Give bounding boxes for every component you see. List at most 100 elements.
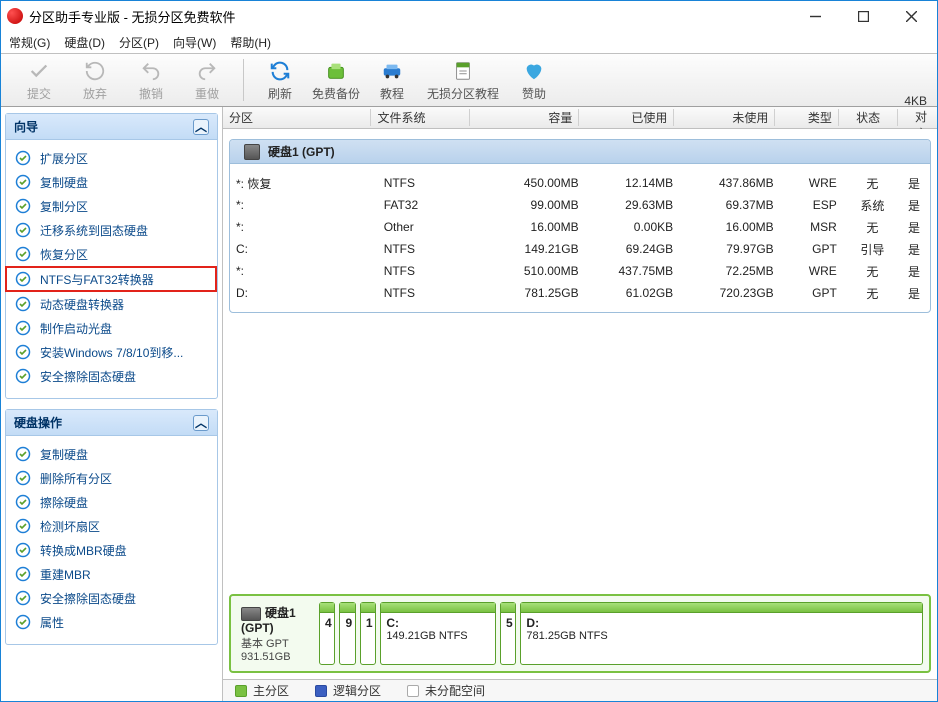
partition-row[interactable]: C:NTFS149.21GB69.24GB79.97GBGPT引导是 [230,238,930,260]
disk-map: 硬盘1 (GPT) 基本 GPT 931.51GB 491C:149.21GB … [229,594,931,673]
partition-row[interactable]: D:NTFS781.25GB61.02GB720.23GBGPT无是 [230,282,930,304]
undo-button[interactable]: 撤销 [123,59,179,102]
col-unused[interactable]: 未使用 [674,109,775,126]
col-status[interactable]: 状态 [839,109,898,126]
wizard-item-9[interactable]: 安全擦除固态硬盘 [6,364,217,388]
partition-row[interactable]: *:FAT3299.00MB29.63MB69.37MBESP系统是 [230,194,930,216]
navitem-label: 安全擦除固态硬盘 [40,590,136,607]
navitem-label: 制作启动光盘 [40,320,112,337]
wizard-icon [14,319,32,337]
wizard-icon [14,173,32,191]
toolbar-separator [243,59,244,101]
menu-general[interactable]: 常规(G) [9,34,50,51]
diskop-item-2[interactable]: 擦除硬盘 [6,490,217,514]
navitem-label: 扩展分区 [40,150,88,167]
diskmap-segment[interactable]: 4 [319,602,335,665]
diskop-item-0[interactable]: 复制硬盘 [6,442,217,466]
navitem-label: 恢复分区 [40,246,88,263]
diskmap-segment[interactable]: 5 [500,602,516,665]
chevron-up-icon[interactable]: ︿ [193,119,209,135]
wizard-icon [14,270,32,288]
refresh-button[interactable]: 刷新 [252,59,308,102]
diskop-item-4[interactable]: 转换成MBR硬盘 [6,538,217,562]
navitem-label: 检测坏扇区 [40,518,100,535]
navitem-label: 动态硬盘转换器 [40,296,124,313]
menu-wizard[interactable]: 向导(W) [173,34,216,51]
navitem-label: 迁移系统到固态硬盘 [40,222,148,239]
navitem-label: 转换成MBR硬盘 [40,542,127,559]
wizard-icon [14,197,32,215]
diskop-item-3[interactable]: 检测坏扇区 [6,514,217,538]
navitem-label: 复制硬盘 [40,174,88,191]
discard-button[interactable]: 放弃 [67,59,123,102]
wizard-item-0[interactable]: 扩展分区 [6,146,217,170]
wizard-item-8[interactable]: 安装Windows 7/8/10到移... [6,340,217,364]
wizard-panel: 向导 ︿ 扩展分区复制硬盘复制分区迁移系统到固态硬盘恢复分区 NTFS与FAT32… [5,113,218,399]
legend-logical: 逻辑分区 [315,682,381,699]
close-button[interactable] [897,5,925,27]
col-used[interactable]: 已使用 [579,109,674,126]
diskmap-segment[interactable]: D:781.25GB NTFS [520,602,923,665]
diskops-panel-header[interactable]: 硬盘操作 ︿ [6,410,217,436]
diskop-icon [14,517,32,535]
diskmap-segment[interactable]: C:149.21GB NTFS [380,602,496,665]
disk-icon [244,144,260,160]
wizard-item-3[interactable]: 迁移系统到固态硬盘 [6,218,217,242]
redo-button[interactable]: 重做 [179,59,235,102]
navitem-label: 属性 [40,614,64,631]
wizard-item-4[interactable]: 恢复分区 [6,242,217,266]
car-icon [380,59,404,83]
partition-row[interactable]: *:NTFS510.00MB437.75MB72.25MBWRE无是 [230,260,930,282]
wizard-icon [14,245,32,263]
col-filesystem[interactable]: 文件系统 [371,109,470,126]
wizard-icon [14,295,32,313]
redo-icon [195,59,219,83]
partition-table: 硬盘1 (GPT) *: 恢复NTFS450.00MB12.14MB437.86… [223,129,937,588]
wizard-item-7[interactable]: 制作启动光盘 [6,316,217,340]
col-type[interactable]: 类型 [775,109,838,126]
diskop-icon [14,589,32,607]
wizard-item-5[interactable]: NTFS与FAT32转换器 [5,266,217,292]
col-capacity[interactable]: 容量 [470,109,579,126]
legend-primary: 主分区 [235,682,289,699]
col-partition[interactable]: 分区 [223,109,371,126]
wizard-item-2[interactable]: 复制分区 [6,194,217,218]
partition-row[interactable]: *: 恢复NTFS450.00MB12.14MB437.86MBWRE无是 [230,172,930,194]
minimize-button[interactable] [801,5,829,27]
diskop-icon [14,493,32,511]
wizard-icon [14,367,32,385]
menu-help[interactable]: 帮助(H) [230,34,271,51]
disk-map-info[interactable]: 硬盘1 (GPT) 基本 GPT 931.51GB [237,602,315,665]
tutorial-button[interactable]: 教程 [364,59,420,102]
menu-disk[interactable]: 硬盘(D) [64,34,105,51]
column-header: 分区 文件系统 容量 已使用 未使用 类型 状态 4KB对齐 [223,107,937,129]
diskop-icon [14,445,32,463]
donate-button[interactable]: 赞助 [506,59,562,102]
check-icon [27,59,51,83]
diskop-item-5[interactable]: 重建MBR [6,562,217,586]
discard-icon [83,59,107,83]
navitem-label: 复制硬盘 [40,446,88,463]
wizard-item-1[interactable]: 复制硬盘 [6,170,217,194]
diskop-item-7[interactable]: 属性 [6,610,217,634]
title-bar: 分区助手专业版 - 无损分区免费软件 [1,1,937,31]
lossless-tutorial-button[interactable]: 无损分区教程 [420,59,506,102]
partition-row[interactable]: *:Other16.00MB0.00KB16.00MBMSR无是 [230,216,930,238]
chevron-up-icon[interactable]: ︿ [193,415,209,431]
maximize-button[interactable] [849,5,877,27]
commit-button[interactable]: 提交 [11,59,67,102]
disk-title-row[interactable]: 硬盘1 (GPT) [230,140,930,164]
diskmap-segment[interactable]: 1 [360,602,376,665]
wizard-icon [14,149,32,167]
menu-partition[interactable]: 分区(P) [119,34,159,51]
navitem-label: 重建MBR [40,566,91,583]
backup-button[interactable]: 免费备份 [308,59,364,102]
content-pane: 分区 文件系统 容量 已使用 未使用 类型 状态 4KB对齐 硬盘1 (GPT)… [223,107,937,701]
diskop-item-1[interactable]: 删除所有分区 [6,466,217,490]
wizard-item-6[interactable]: 动态硬盘转换器 [6,292,217,316]
navitem-label: 复制分区 [40,198,88,215]
diskmap-segment[interactable]: 9 [339,602,355,665]
toolbar: 提交 放弃 撤销 重做 刷新 免费备份 教程 无损分区教程 赞助 [1,53,937,107]
diskop-item-6[interactable]: 安全擦除固态硬盘 [6,586,217,610]
wizard-panel-header[interactable]: 向导 ︿ [6,114,217,140]
